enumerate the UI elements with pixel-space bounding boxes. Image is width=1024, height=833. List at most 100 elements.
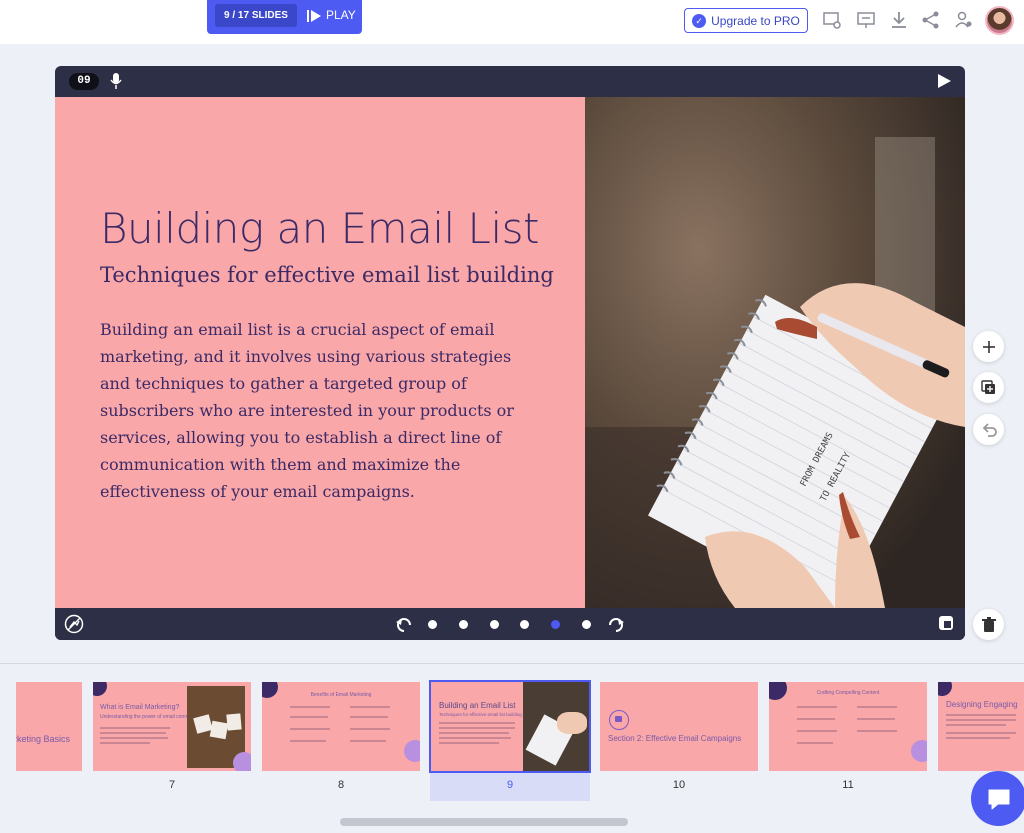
slide-settings-icon[interactable] — [822, 10, 842, 30]
slide-frame: 09 Building an Email List Techniques for… — [55, 66, 965, 640]
thumb-subtitle: Techniques for effective email list buil… — [439, 712, 522, 717]
notebook-photo: FROM DREAMS TO REALITY — [585, 97, 965, 608]
user-avatar[interactable] — [985, 6, 1014, 35]
thumb-line — [350, 716, 388, 718]
thumbnail-7[interactable]: What is Email Marketing? Understanding t… — [93, 682, 251, 771]
thumb-line — [857, 730, 897, 732]
undo-button[interactable] — [973, 414, 1004, 445]
duplicate-icon — [980, 379, 995, 394]
thumbnail-10[interactable]: Section 2: Effective Email Campaigns — [600, 682, 758, 771]
strip-divider — [0, 663, 1024, 664]
thumbnail-9-selected[interactable]: Building an Email List Techniques for ef… — [429, 680, 591, 773]
upgrade-button[interactable]: ✓ Upgrade to PRO — [684, 8, 808, 33]
thumb-line — [350, 706, 390, 708]
chat-support-button[interactable] — [971, 771, 1024, 826]
thumbnail-scrollbar[interactable] — [340, 818, 628, 826]
thumb-blob — [911, 740, 927, 762]
play-icon — [307, 9, 321, 22]
add-slide-button[interactable] — [973, 331, 1004, 362]
thumb-number-7: 7 — [168, 779, 176, 791]
thumbnail-11[interactable]: Crafting Compelling Content — [769, 682, 927, 771]
thumb-line — [797, 718, 835, 720]
thumb-line — [439, 722, 515, 724]
top-bar: 9 / 17 SLIDES PLAY ✓ Upgrade to PRO — [0, 0, 1024, 44]
thumb-line — [797, 730, 837, 732]
slide-dot-1[interactable] — [428, 620, 437, 629]
thumb-title: rketing Basics — [16, 734, 71, 744]
slide-content[interactable]: Building an Email List Techniques for ef… — [55, 97, 585, 608]
trash-icon — [981, 616, 996, 632]
thumb-line — [797, 706, 837, 708]
slide-subtitle[interactable]: Techniques for effective email list buil… — [100, 263, 554, 287]
thumb-line — [290, 716, 328, 718]
slide-dot-6[interactable] — [582, 620, 591, 629]
thumb-blob — [233, 752, 251, 771]
play-label: PLAY — [326, 8, 356, 22]
thumb-number-10: 10 — [672, 779, 686, 791]
share-icon[interactable] — [921, 10, 941, 30]
thumb-title: Section 2: Effective Email Campaigns — [608, 734, 742, 743]
check-badge-icon: ✓ — [692, 13, 707, 28]
duplicate-slide-button[interactable] — [973, 372, 1004, 403]
slide-dot-4[interactable] — [520, 620, 529, 629]
thumb-line — [350, 728, 390, 730]
thumb-line — [797, 742, 833, 744]
thumb-line — [350, 740, 386, 742]
present-play-icon[interactable] — [937, 74, 951, 88]
thumb-blob — [938, 682, 952, 696]
slide-dot-5-active[interactable] — [551, 620, 560, 629]
download-icon[interactable] — [889, 10, 909, 30]
slide-photo[interactable]: FROM DREAMS TO REALITY — [585, 97, 965, 608]
thumb-line — [100, 737, 168, 739]
delete-slide-button[interactable] — [973, 609, 1004, 640]
thumb-line — [857, 718, 895, 720]
thumb-title: What is Email Marketing? — [100, 704, 180, 711]
slides-pill: 9 / 17 SLIDES PLAY — [207, 0, 362, 34]
thumb-title: Benefits of Email Marketing — [310, 692, 372, 698]
thumb-line — [100, 742, 150, 744]
forward-icon[interactable] — [606, 615, 626, 635]
thumb-number-11: 11 — [842, 779, 854, 791]
thumb-line — [290, 706, 330, 708]
thumb-line — [946, 719, 1016, 721]
slides-counter[interactable]: 9 / 17 SLIDES — [215, 4, 297, 27]
thumb-title: Building an Email List — [439, 701, 516, 710]
thumb-line — [946, 732, 1016, 734]
thumbnail-8[interactable]: Benefits of Email Marketing — [262, 682, 420, 771]
collaborators-icon[interactable] — [954, 10, 974, 30]
thumb-line — [439, 732, 509, 734]
thumb-line — [100, 727, 170, 729]
thumbnail-6[interactable]: rketing Basics — [16, 682, 82, 771]
thumb-blob — [93, 682, 107, 696]
slide-number: 09 — [69, 73, 99, 90]
thumb-line — [439, 727, 515, 729]
thumbnail-12[interactable]: Designing Engaging — [938, 682, 1024, 771]
slide-body-text[interactable]: Building an email list is a crucial aspe… — [100, 316, 540, 505]
thumb-blob — [404, 740, 420, 762]
slide-dot-2[interactable] — [459, 620, 468, 629]
microphone-icon[interactable] — [109, 72, 123, 90]
play-button[interactable]: PLAY — [307, 4, 356, 27]
thumb-image — [523, 682, 589, 771]
slide-dot-3[interactable] — [490, 620, 499, 629]
layout-swap-icon[interactable] — [936, 613, 956, 633]
undo-icon — [982, 422, 997, 437]
rewind-icon[interactable] — [394, 615, 414, 635]
thumb-line — [439, 737, 511, 739]
slide-controls — [55, 608, 965, 640]
thumb-line — [946, 724, 1006, 726]
thumb-line — [946, 714, 1016, 716]
thumb-line — [290, 728, 330, 730]
thumb-title: Crafting Compelling Content — [816, 690, 880, 696]
slide-title[interactable]: Building an Email List — [100, 204, 539, 253]
thumb-number-9: 9 — [506, 779, 514, 791]
thumb-number-8: 8 — [337, 779, 345, 791]
chat-bubble-icon — [988, 789, 1009, 809]
autoplay-toggle-icon[interactable] — [64, 614, 84, 634]
thumb-title: Designing Engaging — [946, 700, 1018, 709]
thumb-line — [439, 742, 499, 744]
thumb-line — [290, 740, 326, 742]
thumb-line — [946, 737, 1010, 739]
upgrade-label: Upgrade to PRO — [711, 13, 800, 28]
presenter-view-icon[interactable] — [856, 10, 876, 30]
